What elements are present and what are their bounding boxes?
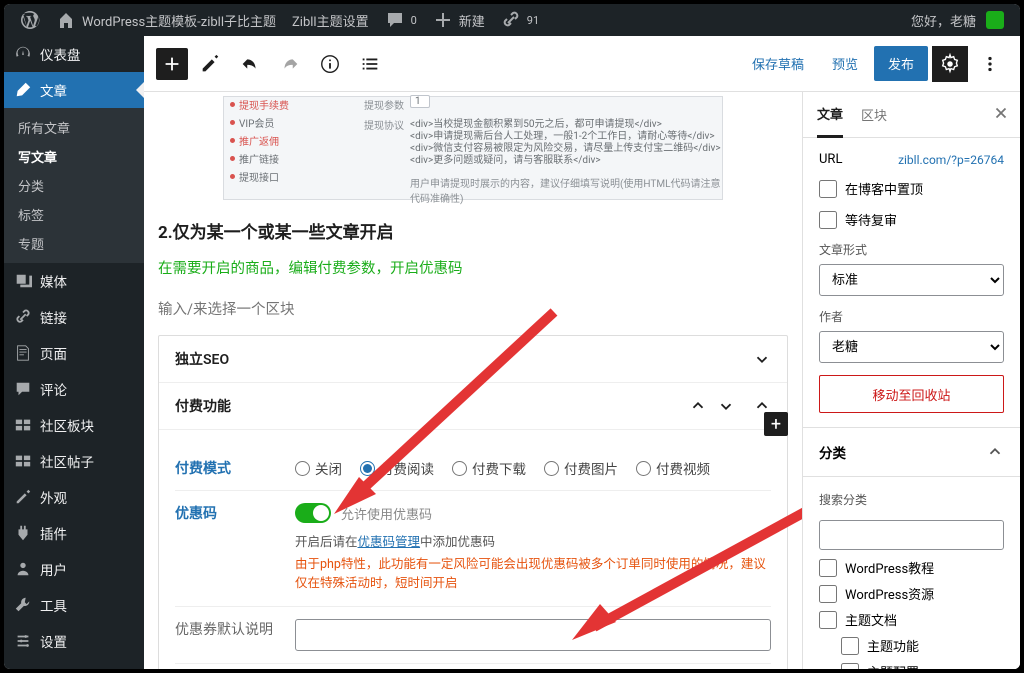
insert-block-button[interactable]: + — [764, 412, 788, 436]
site-home-link[interactable]: WordPress主题模板-zibll子比主题 — [48, 4, 284, 36]
avatar — [986, 11, 1004, 29]
heading-2[interactable]: 2.仅为某一个或某一些文章开启 — [158, 218, 792, 243]
sidebar-close-button[interactable] — [992, 104, 1010, 126]
save-draft-button[interactable]: 保存草稿 — [740, 46, 816, 81]
pay-mode-label: 付费模式 — [175, 458, 295, 478]
pending-checkbox[interactable]: 等待复审 — [819, 210, 1004, 229]
preview-button[interactable]: 预览 — [820, 46, 870, 81]
menu-dashboard[interactable]: 仪表盘 — [4, 36, 144, 72]
menu-media[interactable]: 媒体 — [4, 263, 144, 299]
cat-theme-config[interactable]: 主题配置 — [841, 662, 1004, 669]
cat-theme-feature[interactable]: 主题功能 — [841, 636, 1004, 655]
submenu-new-post[interactable]: 写文章 — [4, 142, 144, 171]
pay-mode-read[interactable]: 付费阅读 — [360, 458, 434, 478]
categories-panel-header[interactable]: 分类 — [803, 428, 1020, 477]
edit-mode-button[interactable] — [192, 46, 228, 82]
publish-button[interactable]: 发布 — [874, 46, 928, 81]
seo-panel-header[interactable]: 独立SEO — [159, 336, 787, 383]
undo-button[interactable] — [232, 46, 268, 82]
info-button[interactable] — [312, 46, 348, 82]
coupon-allow-label: 允许使用优惠码 — [341, 504, 432, 523]
new-content-link[interactable]: 新建 — [425, 4, 493, 36]
submenu-all-posts[interactable]: 所有文章 — [4, 113, 144, 142]
menu-posts[interactable]: 文章 — [4, 72, 144, 108]
comments-link[interactable]: 0 — [377, 4, 425, 36]
coupon-label: 优惠码 — [175, 503, 295, 523]
cat-theme-docs[interactable]: 主题文档 — [819, 610, 1004, 629]
format-label: 文章形式 — [819, 241, 1004, 258]
chevron-up-icon — [689, 397, 707, 415]
menu-forum-posts[interactable]: 社区帖子 — [4, 443, 144, 479]
permalink-value[interactable]: zibll.com/?p=26764 — [898, 153, 1004, 167]
chevron-up-icon — [986, 443, 1004, 461]
sticky-checkbox[interactable]: 在博客中置顶 — [819, 179, 1004, 198]
coupon-toggle[interactable] — [295, 503, 331, 523]
pay-mode-off[interactable]: 关闭 — [295, 458, 342, 478]
url-label: URL — [819, 152, 842, 167]
menu-users[interactable]: 用户 — [4, 551, 144, 587]
theme-settings-link[interactable]: Zibll主题设置 — [284, 4, 377, 36]
menu-tools[interactable]: 工具 — [4, 587, 144, 623]
author-label: 作者 — [819, 308, 1004, 325]
menu-plugins[interactable]: 插件 — [4, 515, 144, 551]
search-categories-input[interactable] — [819, 520, 1004, 550]
trash-button[interactable]: 移动至回收站 — [819, 375, 1004, 413]
author-select[interactable]: 老糖 — [819, 331, 1004, 363]
add-block-button[interactable] — [156, 48, 188, 80]
block-placeholder[interactable]: 输入/来选择一个区块 — [158, 298, 792, 319]
chevron-down-icon — [753, 350, 771, 368]
coupon-desc-input[interactable] — [295, 619, 771, 651]
links-count[interactable]: 91 — [493, 4, 547, 36]
menu-forum-sections[interactable]: 社区板块 — [4, 407, 144, 443]
coupon-warning: 由于php特性，此功能有一定风险可能会出现优惠码被多个订单同时使用的情况，建议仅… — [295, 556, 771, 594]
sidebar-tab-post[interactable]: 文章 — [817, 92, 843, 138]
more-menu-button[interactable] — [972, 46, 1008, 82]
pay-mode-download[interactable]: 付费下载 — [452, 458, 526, 478]
submenu-categories[interactable]: 分类 — [4, 171, 144, 200]
submenu-tags[interactable]: 标签 — [4, 200, 144, 229]
redo-button[interactable] — [272, 46, 308, 82]
wp-logo[interactable] — [12, 4, 48, 36]
menu-comments[interactable]: 评论 — [4, 371, 144, 407]
menu-settings[interactable]: 设置 — [4, 623, 144, 659]
cat-wp-tutorial[interactable]: WordPress教程 — [819, 558, 1004, 577]
highlighted-paragraph[interactable]: 在需要开启的商品，编辑付费参数，开启优惠码 — [158, 257, 792, 278]
settings-toggle-button[interactable] — [932, 46, 968, 82]
sidebar-tab-block[interactable]: 区块 — [861, 93, 887, 136]
cat-wp-resource[interactable]: WordPress资源 — [819, 584, 1004, 603]
menu-zibll-mall[interactable]: Zibll商城 — [4, 659, 144, 669]
outline-button[interactable] — [352, 46, 388, 82]
coupon-desc-label: 优惠券默认说明 — [175, 619, 295, 639]
coupon-manage-link[interactable]: 优惠码管理 — [358, 535, 421, 550]
pay-panel-header[interactable]: 付费功能 — [159, 383, 787, 430]
menu-pages[interactable]: 页面 — [4, 335, 144, 371]
menu-appearance[interactable]: 外观 — [4, 479, 144, 515]
embedded-screenshot: 提现手续费 VIP会员 推广返佣 推广链接 提现接口 提现参数 1 提现协议 <… — [223, 96, 723, 200]
pay-mode-image[interactable]: 付费图片 — [544, 458, 618, 478]
format-select[interactable]: 标准 — [819, 264, 1004, 296]
pay-mode-video[interactable]: 付费视频 — [636, 458, 710, 478]
user-greeting[interactable]: 您好，老糖 — [903, 4, 1012, 36]
submenu-topics[interactable]: 专题 — [4, 229, 144, 258]
menu-links[interactable]: 链接 — [4, 299, 144, 335]
search-categories-label: 搜索分类 — [819, 491, 1004, 508]
chevron-down-icon — [717, 397, 735, 415]
coupon-note: 开启后请在优惠码管理中添加优惠码 — [295, 531, 771, 550]
